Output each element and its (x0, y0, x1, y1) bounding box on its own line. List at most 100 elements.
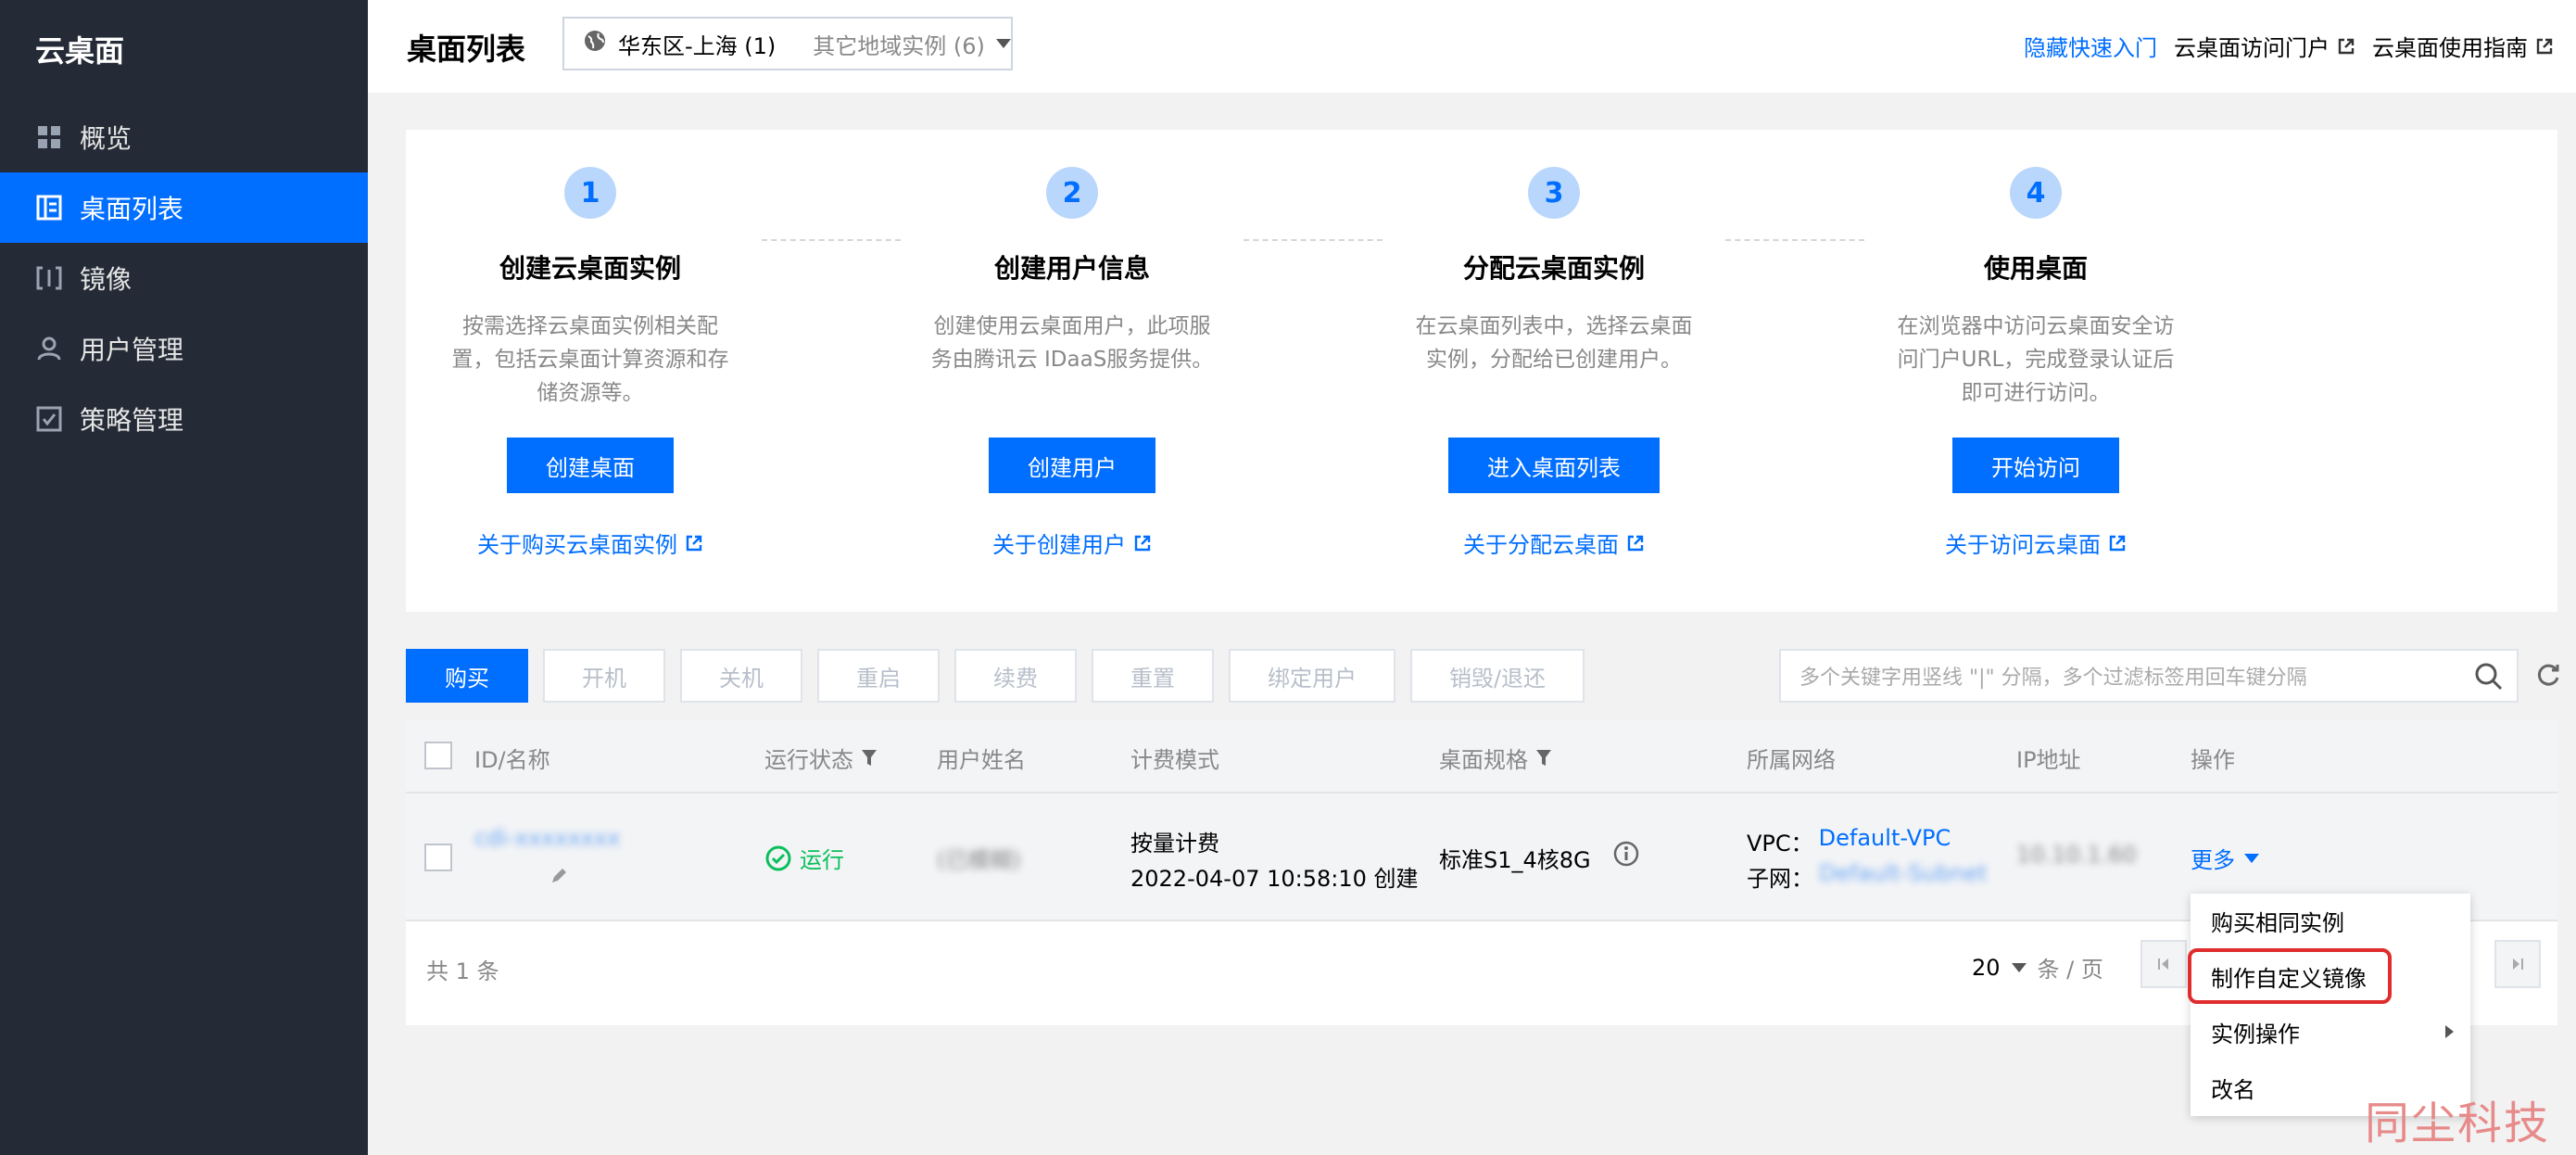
instance-id[interactable]: cdi-xxxxxxxx (474, 825, 620, 851)
desc-line: 即可进行访问。 (1961, 381, 2111, 405)
desc-line: 储资源等。 (537, 381, 644, 405)
first-page-button[interactable] (2140, 940, 2187, 988)
desc-line: 在云桌面列表中，选择云桌面 (1415, 314, 1693, 338)
destroy-button[interactable]: 销毁/退还 (1410, 649, 1585, 703)
current-region: 华东区-上海 (1) (618, 32, 777, 59)
refresh-icon[interactable] (2535, 662, 2561, 692)
filter-icon[interactable] (1535, 749, 1552, 768)
col-spec[interactable]: 桌面规格 (1439, 742, 1552, 774)
external-link-icon (1627, 535, 1644, 551)
about-purchase-link[interactable]: 关于购买云桌面实例 (477, 527, 703, 559)
image-icon (35, 264, 63, 292)
more-label: 更多 (2191, 847, 2235, 873)
step-description: 按需选择云桌面实例相关配 置，包括云桌面计算资源和存 储资源等。 (433, 310, 748, 410)
menu-item-instance-ops[interactable]: 实例操作 (2191, 1005, 2470, 1059)
step-link-label: 关于访问云桌面 (1945, 532, 2101, 558)
step-description: 在云桌面列表中，选择云桌面 实例，分配给已创建用户。 (1396, 310, 1711, 410)
chevron-down-icon (995, 39, 1011, 48)
step-divider (1725, 239, 1864, 241)
edit-icon[interactable] (549, 866, 569, 892)
about-access-link[interactable]: 关于访问云桌面 (1945, 527, 2127, 559)
sidebar-item-label: 策略管理 (80, 405, 184, 436)
header-links: 隐藏快速入门 云桌面访问门户 云桌面使用指南 (2024, 30, 2554, 62)
external-link-icon (2338, 38, 2355, 54)
grid-icon (35, 123, 63, 151)
info-icon[interactable] (1612, 840, 1640, 873)
bind-user-button[interactable]: 绑定用户 (1229, 649, 1395, 703)
search-icon[interactable] (2474, 662, 2504, 697)
user-guide-link[interactable]: 云桌面使用指南 (2372, 30, 2554, 62)
page-size-select[interactable]: 20 条 / 页 (1972, 951, 2103, 984)
step-number: 3 (1528, 167, 1580, 219)
power-off-button[interactable]: 关机 (680, 649, 802, 703)
guide-step-2: 2 创建用户信息 创建使用云桌面用户，此项服 务由腾讯云 IDaaS服务提供。 … (915, 130, 1230, 559)
hide-guide-link[interactable]: 隐藏快速入门 (2024, 30, 2157, 62)
more-actions-button[interactable]: 更多 (2191, 842, 2259, 874)
other-regions: 其它地域实例 (6) (813, 32, 985, 59)
chevron-down-icon (2244, 853, 2259, 863)
col-actions: 操作 (2191, 747, 2235, 773)
search-placeholder: 多个关键字用竖线 "|" 分隔，多个过滤标签用回车键分隔 (1799, 666, 2307, 690)
status-text: 运行 (800, 847, 844, 873)
watermark: 同尘科技 (2365, 1098, 2551, 1149)
select-all-checkbox[interactable] (424, 742, 452, 769)
create-desktop-button[interactable]: 创建桌面 (507, 438, 674, 493)
spec-value: 标准S1_4核8G (1439, 847, 1591, 873)
about-create-user-link[interactable]: 关于创建用户 (992, 527, 1152, 559)
step-description: 在浏览器中访问云桌面安全访 问门户URL，完成登录认证后 即可进行访问。 (1878, 310, 2193, 410)
buy-button[interactable]: 购买 (406, 649, 528, 703)
start-access-button[interactable]: 开始访问 (1952, 438, 2119, 493)
menu-item-label: 实例操作 (2211, 1021, 2300, 1047)
reset-button[interactable]: 重置 (1092, 649, 1214, 703)
sidebar-item-image[interactable]: 镜像 (0, 243, 368, 313)
row-checkbox[interactable] (424, 844, 452, 871)
enter-desktop-list-button[interactable]: 进入桌面列表 (1448, 438, 1660, 493)
col-user: 用户姓名 (937, 747, 1026, 773)
created-time: 2022-04-07 10:58:10 创建 (1130, 866, 1419, 892)
renew-button[interactable]: 续费 (954, 649, 1077, 703)
desc-line: 务由腾讯云 IDaaS服务提供。 (930, 348, 1214, 372)
desc-line: 按需选择云桌面实例相关配 (462, 314, 718, 338)
subnet-cell: 子网： Default-Subnet (1747, 860, 1987, 893)
page-header: 桌面列表 华东区-上海 (1) 其它地域实例 (6) 隐藏快速入门 云桌面访问门… (368, 0, 2576, 93)
first-page-icon (2158, 958, 2168, 970)
about-assign-link[interactable]: 关于分配云桌面 (1463, 527, 1645, 559)
sidebar-item-users[interactable]: 用户管理 (0, 313, 368, 384)
vpc-label: VPC： (1747, 831, 1813, 857)
region-select[interactable]: 华东区-上海 (1) 其它地域实例 (6) (562, 17, 1013, 70)
step-number: 2 (1046, 167, 1098, 219)
page-size-unit: 条 / 页 (2037, 957, 2103, 983)
more-actions-menu: 购买相同实例 制作自定义镜像 实例操作 改名 (2191, 894, 2470, 1116)
globe-icon (583, 29, 607, 58)
desc-line: 问门户URL，完成登录认证后 (1897, 348, 2175, 372)
step-number: 4 (2010, 167, 2062, 219)
sidebar-item-policy[interactable]: 策略管理 (0, 384, 368, 454)
power-on-button[interactable]: 开机 (543, 649, 665, 703)
filter-icon[interactable] (861, 749, 878, 768)
guide-step-4: 4 使用桌面 在浏览器中访问云桌面安全访 问门户URL，完成登录认证后 即可进行… (1878, 130, 2193, 559)
last-page-button[interactable] (2494, 940, 2541, 988)
step-number: 1 (564, 167, 616, 219)
col-status-label: 运行状态 (764, 747, 853, 773)
portal-link[interactable]: 云桌面访问门户 (2174, 30, 2355, 62)
create-user-button[interactable]: 创建用户 (989, 438, 1155, 493)
step-link-label: 关于创建用户 (992, 532, 1126, 558)
sidebar-item-label: 桌面列表 (80, 194, 184, 224)
sidebar-item-overview[interactable]: 概览 (0, 102, 368, 172)
list-icon (35, 194, 63, 222)
col-billing: 计费模式 (1130, 747, 1219, 773)
step-divider (1244, 239, 1383, 241)
menu-item-buy-same[interactable]: 购买相同实例 (2191, 894, 2470, 947)
restart-button[interactable]: 重启 (817, 649, 940, 703)
step-description: 创建使用云桌面用户，此项服 务由腾讯云 IDaaS服务提供。 (915, 310, 1230, 410)
last-page-icon (2513, 958, 2523, 970)
highlight-box (2188, 948, 2392, 1004)
sidebar-item-desktop-list[interactable]: 桌面列表 (0, 172, 368, 243)
external-link-icon (1134, 535, 1151, 551)
col-status[interactable]: 运行状态 (764, 742, 878, 774)
vpc-link[interactable]: Default-VPC (1819, 825, 1951, 857)
subnet-link[interactable]: Default-Subnet (1819, 860, 1987, 893)
search-input[interactable]: 多个关键字用竖线 "|" 分隔，多个过滤标签用回车键分隔 (1779, 649, 2519, 703)
external-link-icon (2536, 38, 2553, 54)
guide-step-1: 1 创建云桌面实例 按需选择云桌面实例相关配 置，包括云桌面计算资源和存 储资源… (433, 130, 748, 559)
